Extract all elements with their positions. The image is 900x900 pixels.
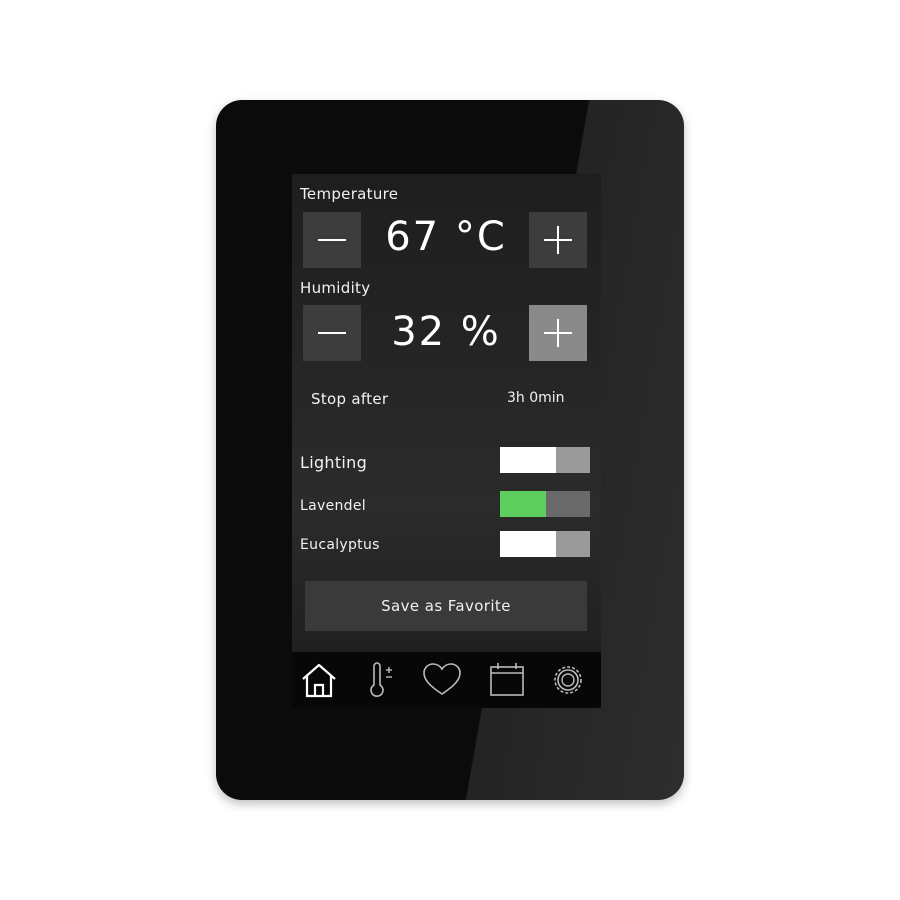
minus-icon xyxy=(318,239,346,241)
toggle-knob xyxy=(500,531,556,557)
toggle-track xyxy=(556,447,590,473)
nav-favorites[interactable] xyxy=(420,658,464,702)
stop-after-label: Stop after xyxy=(311,390,389,408)
eucalyptus-toggle[interactable] xyxy=(500,531,590,557)
control-panel-device: Temperature 67 °C Humidity 32 % Stop aft… xyxy=(216,100,684,800)
toggle-knob-on xyxy=(500,491,546,517)
save-as-favorite-button[interactable]: Save as Favorite xyxy=(305,581,587,631)
plus-icon xyxy=(544,319,572,347)
bottom-nav xyxy=(292,652,601,708)
plus-icon xyxy=(544,226,572,254)
heart-icon xyxy=(423,663,461,695)
lighting-label: Lighting xyxy=(300,453,368,472)
toggle-track xyxy=(546,491,590,517)
temperature-value: 67 °C xyxy=(385,214,507,260)
eucalyptus-label: Eucalyptus xyxy=(300,537,380,553)
touch-screen: Temperature 67 °C Humidity 32 % Stop aft… xyxy=(292,174,601,708)
humidity-value: 32 % xyxy=(391,309,501,355)
lavendel-toggle[interactable] xyxy=(500,491,590,517)
stop-after-value[interactable]: 3h 0min xyxy=(507,390,565,406)
home-icon xyxy=(302,663,336,698)
humidity-decrease-button[interactable] xyxy=(303,305,361,361)
humidity-label: Humidity xyxy=(300,279,371,297)
temperature-decrease-button[interactable] xyxy=(303,212,361,268)
temperature-label: Temperature xyxy=(300,185,399,203)
toggle-track xyxy=(556,531,590,557)
nav-schedule[interactable] xyxy=(485,658,529,702)
toggle-knob xyxy=(500,447,556,473)
gear-icon xyxy=(554,666,582,694)
humidity-increase-button[interactable] xyxy=(529,305,587,361)
nav-settings[interactable] xyxy=(546,658,590,702)
lighting-toggle[interactable] xyxy=(500,447,590,473)
calendar-icon xyxy=(490,663,524,696)
minus-icon xyxy=(318,332,346,334)
nav-temperature[interactable] xyxy=(359,658,403,702)
lavendel-label: Lavendel xyxy=(300,498,366,514)
thermometer-icon xyxy=(370,662,392,697)
temperature-increase-button[interactable] xyxy=(529,212,587,268)
nav-home[interactable] xyxy=(297,658,341,702)
